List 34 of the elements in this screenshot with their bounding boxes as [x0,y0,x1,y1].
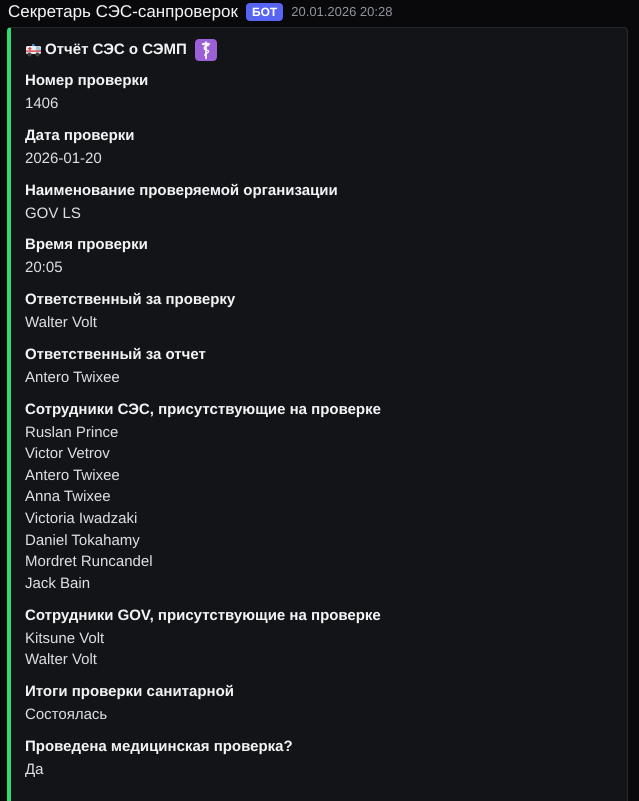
field-label: Проведена медицинская проверка? [25,736,293,757]
field-value: GOV LS [25,204,81,224]
field-label: Время проверки [25,235,148,256]
field-value: Jack Bain [25,574,90,594]
field-label: Сотрудники СЭС, присутствующие на проверке [25,400,381,420]
field-value: Mordret Runcandel [25,552,153,572]
field-value: Victor Vetrov [25,444,110,464]
field-value: Anna Twixee [25,487,111,508]
author-name[interactable]: Секретарь СЭС-санпроверок [8,1,238,23]
field-label: Наименование проверяемой организации [25,180,338,201]
field-value: Состоялась [25,705,108,725]
message-timestamp: 20.01.2026 20:28 [291,3,392,22]
field-value: Antero Twixee [25,466,120,486]
ambulance-icon [25,43,42,57]
field-value: Victoria Iwadzaki [25,509,138,530]
embed-title: Отчёт СЭС о СЭМП [45,40,187,60]
field-label: Ответственный за отчет [25,344,206,365]
field-value: Ruslan Prince [25,422,118,443]
field-label: Номер проверки [25,71,148,91]
field-label: Дата проверки [25,126,135,146]
field-value: Daniel Tokahamy [25,530,140,551]
field-value: Antero Twixee [25,368,120,388]
field-value: Kitsune Volt [25,628,104,649]
field-value: 2026-01-20 [25,148,102,169]
field-label: Итоги проверки санитарной [25,682,234,702]
bot-badge: БОТ [246,3,284,21]
field-label: Сотрудники GOV, присутствующие на проверке [25,606,381,626]
field-value: 1406 [25,94,58,114]
field-label: Ответственный за проверку [25,290,236,310]
field-value: Walter Volt [25,650,97,670]
field-value: Да [25,760,44,780]
medical-symbol-icon [194,39,217,61]
field-value: 20:05 [25,258,63,278]
field-value: Walter Volt [25,313,97,334]
